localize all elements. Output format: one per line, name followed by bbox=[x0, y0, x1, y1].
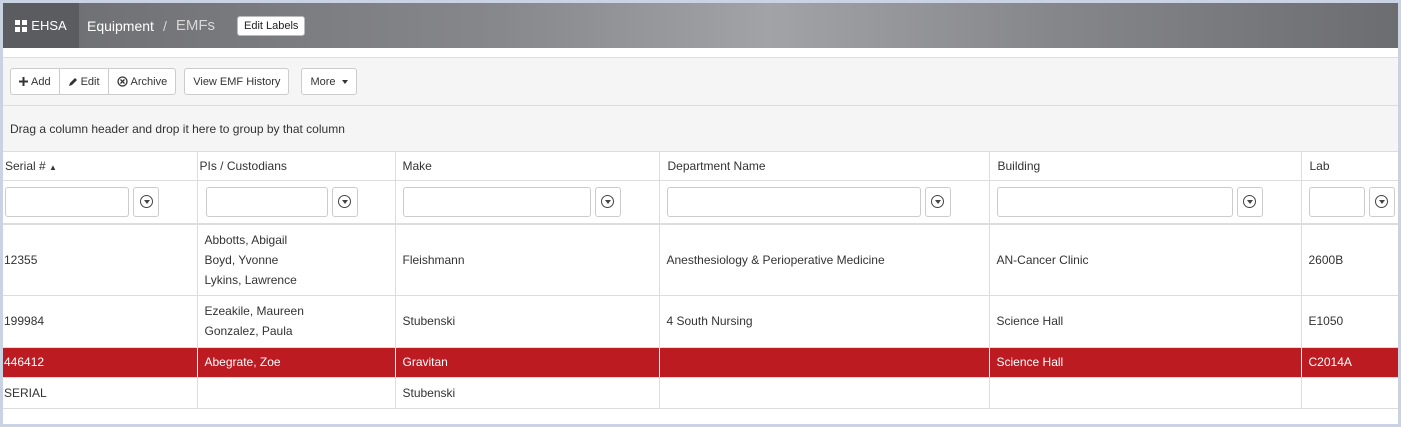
cell-make: Stubenski bbox=[394, 295, 659, 348]
column-header-pis[interactable]: PIs / Custodians bbox=[196, 152, 395, 181]
filter-input-building[interactable] bbox=[996, 186, 1233, 217]
more-label: More bbox=[310, 75, 336, 88]
cell-building bbox=[988, 377, 1301, 409]
cell-lab: C2014A bbox=[1300, 347, 1398, 378]
breadcrumb-separator: / bbox=[162, 17, 167, 34]
sort-ascending-icon: ▲ bbox=[49, 162, 57, 172]
archive-icon bbox=[116, 76, 128, 87]
cell-building: Science Hall bbox=[988, 295, 1301, 348]
table-row[interactable]: SERIAL Stubenski bbox=[3, 377, 1398, 409]
cell-building: AN-Cancer Clinic bbox=[988, 224, 1301, 296]
filter-input-department[interactable] bbox=[666, 186, 921, 217]
cell-serial: 12355 bbox=[3, 224, 197, 296]
filter-icon[interactable] bbox=[1368, 186, 1395, 217]
cell-department bbox=[658, 347, 989, 378]
more-dropdown-button[interactable]: More bbox=[301, 68, 357, 95]
view-emf-history-button[interactable]: View EMF History bbox=[184, 68, 290, 95]
cell-pis: Abbotts, Abigail Boyd, Yvonne Lykins, La… bbox=[196, 224, 395, 296]
filter-input-serial[interactable] bbox=[5, 186, 129, 217]
cell-pis: Ezeakile, Maureen Gonzalez, Paula bbox=[196, 295, 395, 348]
cell-building: Science Hall bbox=[988, 347, 1301, 378]
cell-serial: SERIAL bbox=[3, 377, 197, 409]
breadcrumb-emfs: EMFs bbox=[175, 17, 215, 34]
cell-pis: Abegrate, Zoe bbox=[196, 347, 395, 378]
cell-pis bbox=[196, 377, 395, 409]
cell-serial: 199984 bbox=[3, 295, 197, 348]
column-header-make[interactable]: Make bbox=[394, 152, 659, 181]
pencil-icon bbox=[68, 77, 78, 87]
filter-icon[interactable] bbox=[924, 186, 951, 217]
group-drop-area[interactable]: Drag a column header and drop it here to… bbox=[3, 106, 1398, 152]
column-header-lab[interactable]: Lab bbox=[1300, 152, 1398, 181]
cell-department bbox=[658, 377, 989, 409]
table-row-selected[interactable]: 446412 Abegrate, Zoe Gravitan Science Ha… bbox=[3, 347, 1398, 378]
grid-header-row: Serial # ▲ PIs / Custodians Make Departm… bbox=[3, 152, 1398, 181]
caret-down-icon bbox=[341, 79, 348, 84]
archive-label: Archive bbox=[130, 75, 168, 88]
filter-input-make[interactable] bbox=[402, 186, 591, 217]
edit-label: Edit bbox=[80, 75, 100, 88]
edit-button[interactable]: Edit bbox=[59, 68, 109, 95]
grid-icon bbox=[15, 19, 28, 32]
edit-labels-button[interactable]: Edit Labels bbox=[237, 15, 306, 36]
grid-toolbar: Add Edit Archive View EMF History More bbox=[3, 58, 1398, 106]
emf-grid: Serial # ▲ PIs / Custodians Make Departm… bbox=[3, 152, 1398, 409]
archive-button[interactable]: Archive bbox=[108, 68, 177, 95]
header-spacer bbox=[3, 48, 1398, 58]
column-header-serial[interactable]: Serial # ▲ bbox=[3, 152, 197, 181]
cell-lab: E1050 bbox=[1300, 295, 1398, 348]
cell-serial: 446412 bbox=[3, 347, 197, 378]
cell-lab: 2600B bbox=[1300, 224, 1398, 296]
brand-home-link[interactable]: EHSA bbox=[3, 3, 79, 48]
cell-department: Anesthesiology & Perioperative Medicine bbox=[658, 224, 989, 296]
cell-make: Fleishmann bbox=[394, 224, 659, 296]
cell-department: 4 South Nursing bbox=[658, 295, 989, 348]
app-frame: EHSA Equipment / EMFs Edit Labels Add Ed… bbox=[3, 3, 1398, 424]
column-header-department[interactable]: Department Name bbox=[658, 152, 989, 181]
filter-input-lab[interactable] bbox=[1308, 186, 1365, 217]
add-button[interactable]: Add bbox=[10, 68, 60, 95]
column-header-building[interactable]: Building bbox=[988, 152, 1301, 181]
table-row[interactable]: 12355 Abbotts, Abigail Boyd, Yvonne Lyki… bbox=[3, 224, 1398, 296]
filter-input-pis[interactable] bbox=[205, 186, 328, 217]
cell-lab bbox=[1300, 377, 1398, 409]
plus-icon bbox=[19, 77, 28, 86]
filter-icon[interactable] bbox=[594, 186, 621, 217]
cell-make: Gravitan bbox=[394, 347, 659, 378]
top-navbar: EHSA Equipment / EMFs Edit Labels bbox=[3, 3, 1398, 48]
filter-icon[interactable] bbox=[331, 186, 358, 217]
crud-button-group: Add Edit Archive bbox=[10, 68, 177, 95]
cell-make: Stubenski bbox=[394, 377, 659, 409]
table-row[interactable]: 199984 Ezeakile, Maureen Gonzalez, Paula… bbox=[3, 295, 1398, 348]
add-label: Add bbox=[31, 75, 51, 88]
view-emf-history-label: View EMF History bbox=[193, 75, 281, 88]
filter-icon[interactable] bbox=[1236, 186, 1263, 217]
grid-filter-row bbox=[3, 180, 1398, 225]
brand-label: EHSA bbox=[31, 18, 67, 33]
filter-icon[interactable] bbox=[133, 186, 159, 217]
breadcrumb-equipment[interactable]: Equipment bbox=[87, 18, 154, 34]
group-hint-text: Drag a column header and drop it here to… bbox=[10, 121, 345, 136]
